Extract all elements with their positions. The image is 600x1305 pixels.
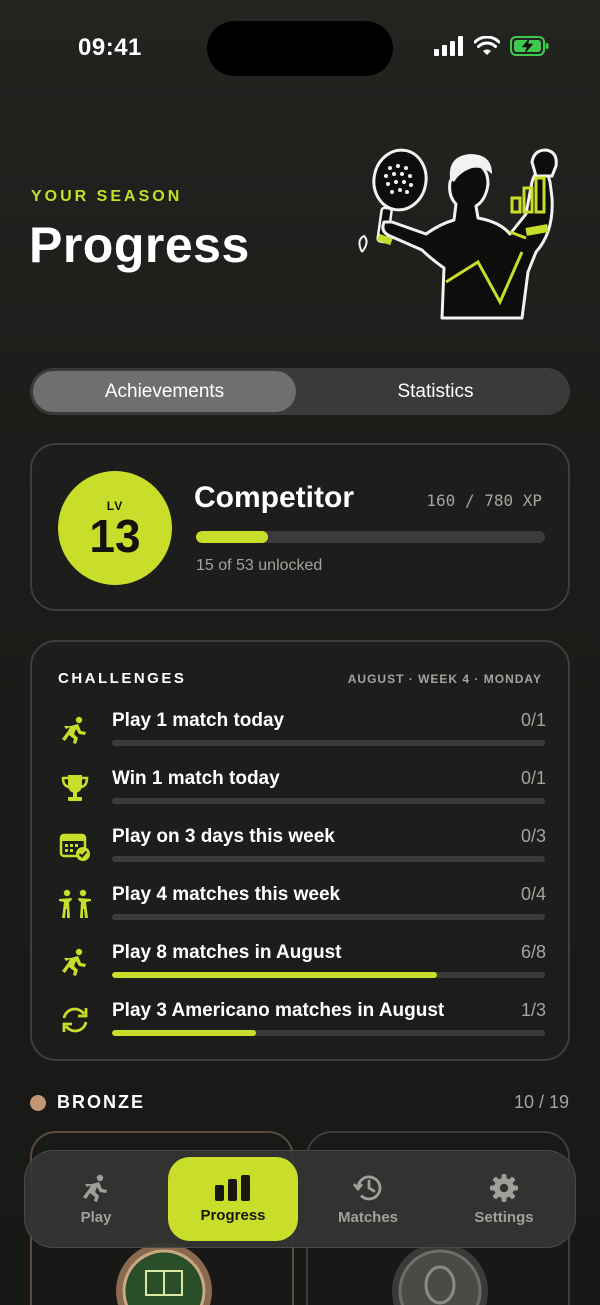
level-number: 13 xyxy=(89,510,141,562)
calendar-check-icon xyxy=(58,829,92,863)
history-icon xyxy=(352,1175,382,1200)
bronze-count: 10 / 19 xyxy=(513,1092,569,1112)
challenge-row[interactable]: Play 1 match today 0/1 xyxy=(32,710,572,768)
tab-play[interactable]: Play xyxy=(31,1157,161,1241)
segmented-control: Achievements Statistics xyxy=(30,368,570,415)
tab-matches[interactable]: Matches xyxy=(303,1157,433,1241)
challenge-count: 0/4 xyxy=(520,884,546,904)
running-icon xyxy=(83,1174,107,1202)
challenge-progress-fill xyxy=(112,972,437,978)
challenge-progress-fill xyxy=(112,1030,257,1036)
bronze-section-title: BRONZE xyxy=(57,1092,145,1112)
challenges-date: AUGUST · WEEK 4 · MONDAY xyxy=(347,672,542,686)
tab-matches-label: Matches xyxy=(337,1208,399,1226)
challenge-row[interactable]: Play 8 matches in August 6/8 xyxy=(32,942,572,1000)
challenge-progress-bar xyxy=(112,798,545,804)
tab-achievements[interactable]: Achievements xyxy=(33,371,296,412)
bronze-dot xyxy=(30,1095,46,1111)
status-icons xyxy=(434,36,550,56)
unlocked-count: 15 of 53 unlocked xyxy=(196,557,323,574)
challenge-label: Play 4 matches this week xyxy=(112,884,341,905)
tab-play-label: Play xyxy=(80,1208,112,1226)
challenge-progress-bar xyxy=(112,914,545,920)
challenge-count: 0/1 xyxy=(520,768,546,788)
tab-progress[interactable]: Progress xyxy=(168,1157,298,1241)
season-eyebrow: YOUR SEASON xyxy=(31,188,183,205)
padel-player-illustration xyxy=(358,148,558,320)
challenge-progress-bar xyxy=(112,740,545,746)
tab-settings[interactable]: Settings xyxy=(439,1157,569,1241)
challenges-card: CHALLENGES AUGUST · WEEK 4 · MONDAY Play… xyxy=(30,640,570,1061)
trophy-icon xyxy=(58,771,92,805)
wifi-icon xyxy=(474,36,500,55)
challenges-title: CHALLENGES xyxy=(58,670,187,687)
bronze-medal-icon xyxy=(116,1243,212,1305)
challenge-label: Play 8 matches in August xyxy=(112,942,342,963)
running-icon xyxy=(58,945,92,979)
level-badge: LV 13 xyxy=(58,471,172,585)
bottom-tab-bar: Play Progress Matches Settings xyxy=(24,1150,576,1248)
challenge-label: Win 1 match today xyxy=(112,768,280,789)
level-card[interactable]: LV 13 Competitor 160 / 780 XP 15 of 53 u… xyxy=(30,443,570,611)
locked-medal-icon xyxy=(392,1243,488,1305)
signal-icon xyxy=(434,36,463,56)
challenge-row[interactable]: Play on 3 days this week 0/3 xyxy=(32,826,572,884)
challenge-row[interactable]: Play 3 Americano matches in August 1/3 xyxy=(32,1000,572,1058)
people-icon xyxy=(58,887,92,921)
tab-statistics[interactable]: Statistics xyxy=(304,371,567,412)
tab-settings-label: Settings xyxy=(474,1208,534,1226)
dynamic-island xyxy=(207,21,393,76)
challenge-label: Play on 3 days this week xyxy=(112,826,335,847)
bar-chart-icon xyxy=(215,1174,250,1201)
challenge-row[interactable]: Play 4 matches this week 0/4 xyxy=(32,884,572,942)
challenge-count: 1/3 xyxy=(520,1000,546,1020)
challenge-progress-bar xyxy=(112,972,545,978)
challenge-row[interactable]: Win 1 match today 0/1 xyxy=(32,768,572,826)
status-bar: 09:41 xyxy=(0,0,600,96)
status-time: 09:41 xyxy=(78,34,142,61)
xp-readout: 160 / 780 XP xyxy=(426,491,542,510)
refresh-icon xyxy=(58,1003,92,1037)
challenge-count: 0/3 xyxy=(520,826,546,846)
challenge-label: Play 1 match today xyxy=(112,710,285,731)
challenge-count: 6/8 xyxy=(520,942,546,962)
running-icon xyxy=(58,713,92,747)
tab-progress-label: Progress xyxy=(200,1206,266,1224)
battery-charging-icon xyxy=(510,36,549,56)
challenge-progress-bar xyxy=(112,856,545,862)
xp-progress-bar xyxy=(196,531,545,543)
gear-icon xyxy=(490,1173,518,1202)
page-title: Progress xyxy=(29,217,250,273)
challenge-label: Play 3 Americano matches in August xyxy=(112,1000,445,1021)
challenge-progress-bar xyxy=(112,1030,545,1036)
xp-progress-fill xyxy=(196,531,268,543)
challenge-count: 0/1 xyxy=(520,710,546,730)
rank-title: Competitor xyxy=(194,481,354,514)
